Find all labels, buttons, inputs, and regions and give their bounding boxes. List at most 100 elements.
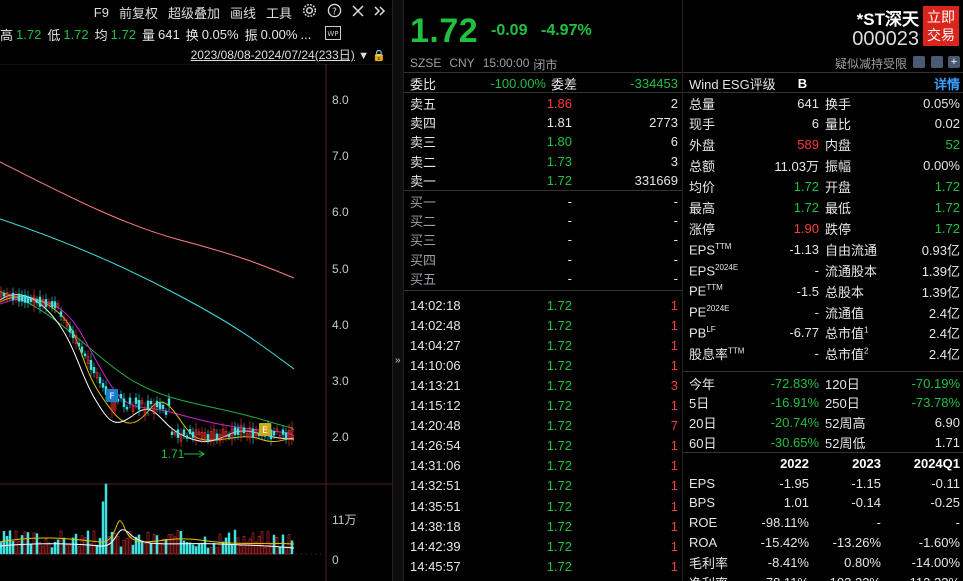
stat-row: EPSTTM -1.13 自由流通 0.93亿 <box>689 239 960 259</box>
bid-level[interactable]: 买四 - - <box>410 249 678 269</box>
volume-bar <box>179 531 183 555</box>
wp-icon[interactable]: WP <box>325 25 342 43</box>
candle-body <box>227 434 231 438</box>
ask-level[interactable]: 卖一 1.72 331669 <box>410 171 678 191</box>
toolbar-tools[interactable]: 工具 <box>266 3 292 22</box>
toolbar-draw[interactable]: 画线 <box>230 3 256 22</box>
perf-label: 52周高 <box>825 416 866 432</box>
bid-level[interactable]: 买一 - - <box>410 191 678 211</box>
toolbar-f9[interactable]: F9 <box>94 5 109 20</box>
volume-bar <box>212 543 216 555</box>
y-tick-label: 4.0 <box>332 318 349 332</box>
bid-level[interactable]: 买五 - - <box>410 269 678 289</box>
y-tick-label: 5.0 <box>332 262 349 276</box>
dropdown-icon[interactable]: ▼ <box>358 50 369 62</box>
esg-grade: B <box>797 75 808 91</box>
fin-year: 2022 <box>780 455 809 471</box>
stat-row: 现手 6 量比 0.02 <box>689 114 960 134</box>
candle-body <box>80 346 84 353</box>
candle-body <box>98 377 102 384</box>
stat-label-text: 跌停 <box>825 221 852 237</box>
kline-chart[interactable]: 8.0 7.0 6.0 5.0 4.0 3.0 2.0 11万 0 F E 1.71 <box>0 64 392 581</box>
stat-label-sup: TTM <box>728 346 745 356</box>
gear-icon[interactable] <box>302 3 317 21</box>
market-status: 闭市 <box>533 58 558 72</box>
turn-label: 换 <box>185 27 199 43</box>
stat-label: 流通股本 <box>825 261 895 280</box>
fin-value: -8.41% <box>767 554 809 570</box>
vol-tick-label: 0 <box>332 553 339 567</box>
bid-volume: - <box>673 212 678 228</box>
esg-detail-link[interactable]: 详情 <box>934 74 960 93</box>
tick-volume: 7 <box>670 418 678 434</box>
fin-value: -1.15 <box>851 475 881 491</box>
candle-body <box>170 431 174 435</box>
pin-icon[interactable] <box>913 56 925 68</box>
ask-level[interactable]: 卖二 1.73 3 <box>410 151 678 171</box>
tick-row: 14:04:27 1.72 1 <box>410 335 678 355</box>
volume-bar <box>206 547 210 555</box>
stat-label-text: 外盘 <box>689 138 716 154</box>
stat-label-sup: LF <box>706 325 716 335</box>
ma5-line <box>0 293 295 442</box>
stat-label-text: 流通值 <box>825 305 865 321</box>
stat-value: 1.72 <box>793 200 819 215</box>
volume-bar <box>50 547 54 555</box>
volume-bar <box>116 536 120 555</box>
performance-row: 60日 -30.65% 52周低 1.71 <box>689 432 960 452</box>
tick-time: 14:20:48 <box>410 418 461 434</box>
close-icon[interactable] <box>352 4 364 20</box>
ma120-line <box>0 218 295 370</box>
ask-level[interactable]: 卖五 1.86 2 <box>410 93 678 113</box>
ask-level[interactable]: 卖四 1.81 2773 <box>410 112 678 132</box>
candle-body <box>158 402 162 410</box>
fin-value: -98.11% <box>761 515 809 531</box>
minus-icon[interactable] <box>931 56 943 68</box>
stat-row: EPS2024E - 流通股本 1.39亿 <box>689 260 960 280</box>
stat-label: 总市值1 <box>825 323 895 342</box>
volume-bar <box>104 483 108 555</box>
stat-label-sup: 2024E <box>706 304 730 314</box>
date-range-bar[interactable]: 2023/08/08-2024/07/24(233日) ▼ 🔒 <box>0 46 392 64</box>
bid-level[interactable]: 买二 - - <box>410 210 678 230</box>
ask-level[interactable]: 卖三 1.80 6 <box>410 132 678 152</box>
marker-e[interactable]: E <box>259 423 271 436</box>
marker-f[interactable]: F <box>106 389 118 402</box>
tick-price: 1.72 <box>546 558 572 574</box>
trade-button[interactable]: 立即交易 <box>923 6 959 46</box>
tick-time: 14:10:06 <box>410 357 461 373</box>
stat-value: 2.4亿 <box>928 305 960 321</box>
performance-row: 20日 -20.74% 52周高 6.90 <box>689 413 960 433</box>
fin-year: 2024Q1 <box>913 455 960 471</box>
stat-label: 总量 <box>689 94 747 113</box>
help-icon[interactable]: ? <box>327 3 342 21</box>
stat-value: 52 <box>945 137 960 153</box>
fin-value: -102.22% <box>809 575 881 581</box>
toolbar-overlay[interactable]: 超级叠加 <box>168 3 220 22</box>
stat-row: 总量 641 换手 0.05% <box>689 93 960 113</box>
bid-label: 买三 <box>410 233 437 249</box>
y-tick-label: 6.0 <box>332 205 349 219</box>
stat-value: 2.4亿 <box>928 347 960 363</box>
perf-label: 52周低 <box>825 435 866 451</box>
candle-body <box>125 406 129 410</box>
kline-panel[interactable]: F9 前复权 超级叠加 画线 工具 ? 高 1.72 低 1.72 均 1.72… <box>0 0 392 581</box>
stat-value: 1.90 <box>793 220 819 236</box>
toolbar-adjust[interactable]: 前复权 <box>119 3 158 22</box>
tick-time: 14:32:51 <box>410 478 461 494</box>
volume-bar <box>269 544 273 555</box>
panel-collapse-handle[interactable]: » <box>392 0 404 581</box>
candle-body <box>26 295 30 303</box>
lock-icon[interactable]: 🔒 <box>372 50 386 62</box>
esg-row: Wind ESG评级 B 详情 <box>689 73 960 93</box>
expand-icon[interactable] <box>374 5 386 20</box>
tick-time: 14:15:12 <box>410 398 461 413</box>
stat-label-text: 总股本 <box>825 284 865 300</box>
tick-row: 14:20:48 1.72 7 <box>410 416 678 436</box>
tick-volume: 1 <box>670 297 678 313</box>
volume-bar <box>122 539 126 555</box>
plus-icon[interactable]: + <box>948 56 960 68</box>
bid-level[interactable]: 买三 - - <box>410 230 678 250</box>
tick-row: 14:02:18 1.72 1 <box>410 295 678 315</box>
chart-toolbar: F9 前复权 超级叠加 画线 工具 ? <box>0 0 392 24</box>
